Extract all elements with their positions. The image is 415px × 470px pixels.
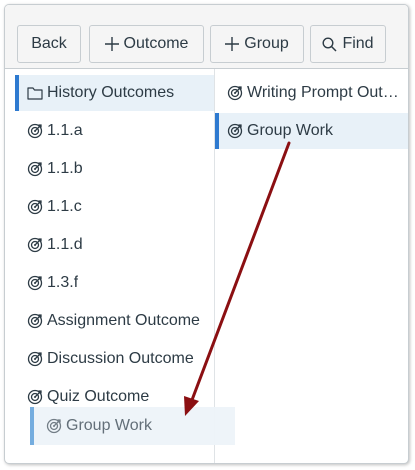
outcome-icon (46, 418, 62, 434)
add-outcome-button[interactable]: Outcome (89, 25, 204, 63)
outcome-item-label: 1.1.a (47, 122, 83, 139)
outcome-item-group-work[interactable]: Group Work (215, 113, 408, 149)
dragged-outcome-label: Group Work (66, 417, 152, 434)
outcome-icon (27, 237, 43, 253)
outcome-tree-left-column: History Outcomes 1.1.a 1.1.b 1.1.c 1.1.d… (15, 69, 215, 463)
outcome-item-writing-prompt[interactable]: Writing Prompt Out… (215, 75, 408, 111)
plus-icon (104, 37, 119, 51)
outcome-icon (27, 313, 43, 329)
outcome-item-label: Quiz Outcome (47, 388, 150, 405)
add-group-button[interactable]: Group (210, 25, 304, 63)
outcome-tree-right-column: Writing Prompt Out… Group Work (215, 69, 408, 463)
outcome-icon (27, 123, 43, 139)
outcome-item-label: Assignment Outcome (47, 312, 200, 329)
outcome-icon (27, 351, 43, 367)
outcome-icon (27, 275, 43, 291)
back-button[interactable]: Back (17, 25, 81, 63)
outcome-item-assignment-outcome[interactable]: Assignment Outcome (15, 303, 214, 339)
outcome-item-discussion-outcome[interactable]: Discussion Outcome (15, 341, 214, 377)
outcome-item-label: 1.1.b (47, 160, 83, 177)
group-item-history-outcomes[interactable]: History Outcomes (15, 75, 214, 111)
outcome-item-1-1-d[interactable]: 1.1.d (15, 227, 214, 263)
search-icon (322, 36, 337, 52)
plus-icon (225, 37, 240, 51)
outcome-item-label: Discussion Outcome (47, 350, 194, 367)
outcome-item-label: Writing Prompt Out… (247, 84, 399, 101)
outcomes-window: Back Outcome Group Find History Outcomes… (4, 4, 409, 464)
outcome-item-label: 1.1.d (47, 236, 83, 253)
toolbar: Back Outcome Group Find (5, 5, 408, 69)
outcome-item-label: 1.1.c (47, 198, 82, 215)
outcome-item-1-3-f[interactable]: 1.3.f (15, 265, 214, 301)
outcome-item-1-1-a[interactable]: 1.1.a (15, 113, 214, 149)
outcome-icon (27, 199, 43, 215)
outcome-icon (27, 161, 43, 177)
outcome-item-1-1-b[interactable]: 1.1.b (15, 151, 214, 187)
find-button[interactable]: Find (310, 25, 386, 63)
outcome-icon (27, 389, 43, 405)
add-outcome-label: Outcome (123, 35, 189, 52)
outcome-icon (227, 85, 243, 101)
find-label: Find (342, 35, 374, 52)
outcome-item-1-1-c[interactable]: 1.1.c (15, 189, 214, 225)
outcome-item-label: Group Work (247, 122, 333, 139)
back-button-label: Back (31, 35, 67, 52)
add-group-label: Group (244, 35, 289, 52)
dragged-outcome-group-work[interactable]: Group Work (30, 407, 235, 445)
outcome-item-label: 1.3.f (47, 274, 79, 291)
group-item-label: History Outcomes (47, 84, 175, 101)
outcome-icon (227, 123, 243, 139)
folder-icon (27, 85, 43, 101)
